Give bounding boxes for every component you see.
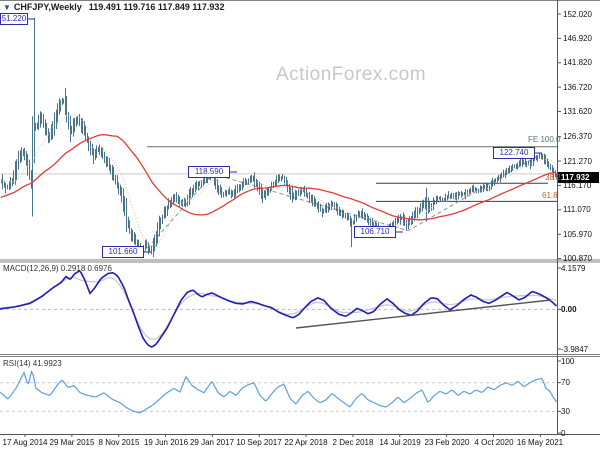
rsi-tick-label: 30 xyxy=(561,407,570,416)
date-label: 22 Apr 2018 xyxy=(284,438,328,447)
swing-label-106-710: 106.710 xyxy=(354,226,396,238)
date-label: 14 Jul 2019 xyxy=(379,438,421,447)
price-tick-label: 146.920 xyxy=(563,34,592,43)
ohlc-values: 119.491 119.716 117.849 117.932 xyxy=(88,2,225,12)
rsi-tick-label: 100 xyxy=(561,357,575,366)
macd-tick-label: 4.1579 xyxy=(561,264,586,273)
symbol-label: CHFJPY,Weekly xyxy=(13,2,82,12)
price-tick-label: 141.820 xyxy=(563,58,592,67)
date-label: 29 Mar 2015 xyxy=(49,438,95,447)
swing-label-51-220: 51.220 xyxy=(0,13,28,25)
retracement-61-8-line-label: 61.8 xyxy=(542,191,558,200)
price-tick-label: 131.620 xyxy=(563,107,592,116)
retracement-38-2-line-label: 38.2 xyxy=(545,173,561,182)
swing-label-122-740: 122.740 xyxy=(493,147,535,159)
date-label: 19 Jun 2016 xyxy=(143,438,189,447)
date-label: 2 Dec 2018 xyxy=(332,438,374,447)
price-tick-label: 111.070 xyxy=(563,205,591,214)
date-label: 23 Feb 2020 xyxy=(424,438,470,447)
price-tick-label: 121.270 xyxy=(563,157,592,166)
price-tick-label: 152.020 xyxy=(563,10,592,19)
rsi-tick-label: 70 xyxy=(561,378,570,387)
fe-100-line-label: FE 100.0 xyxy=(528,135,561,144)
rsi-tick-label: 0 xyxy=(561,429,566,438)
swing-label-101-660: 101.660 xyxy=(102,246,144,258)
rsi-line xyxy=(0,369,557,414)
date-label: 29 Jan 2017 xyxy=(189,438,235,447)
swing-label-118-590: 118.590 xyxy=(188,166,230,178)
macd-tick-label: -3.9847 xyxy=(561,345,589,354)
symbol-dropdown-icon[interactable]: ▼ xyxy=(3,3,11,12)
watermark: ActionForex.com xyxy=(276,64,427,85)
forex-chart-window: ▼ CHFJPY,Weekly 119.491 119.716 117.849 11… xyxy=(0,0,600,450)
date-label: 17 Aug 2014 xyxy=(2,438,48,447)
macd-indicator-label: MACD(12,26,9) 0.2918 0.6976 xyxy=(3,264,112,273)
date-label: 4 Oct 2020 xyxy=(474,438,514,447)
candlestick-series xyxy=(1,17,557,257)
macd-tick-label: 0.00 xyxy=(561,305,577,314)
price-tick-label: 126.370 xyxy=(563,132,592,141)
title-bar: ▼ CHFJPY,Weekly 119.491 119.716 117.849 11… xyxy=(3,2,224,12)
date-label: 8 Nov 2015 xyxy=(98,438,140,447)
date-label: 10 Sep 2017 xyxy=(236,438,282,447)
price-tick-label: 105.970 xyxy=(563,230,592,239)
date-label: 16 May 2021 xyxy=(516,438,564,447)
rsi-indicator-label: RSI(14) 41.9923 xyxy=(3,359,62,368)
price-tick-label: 100.870 xyxy=(563,254,592,263)
price-tick-label: 136.720 xyxy=(563,83,592,92)
price-tick-label: 116.170 xyxy=(563,181,592,190)
